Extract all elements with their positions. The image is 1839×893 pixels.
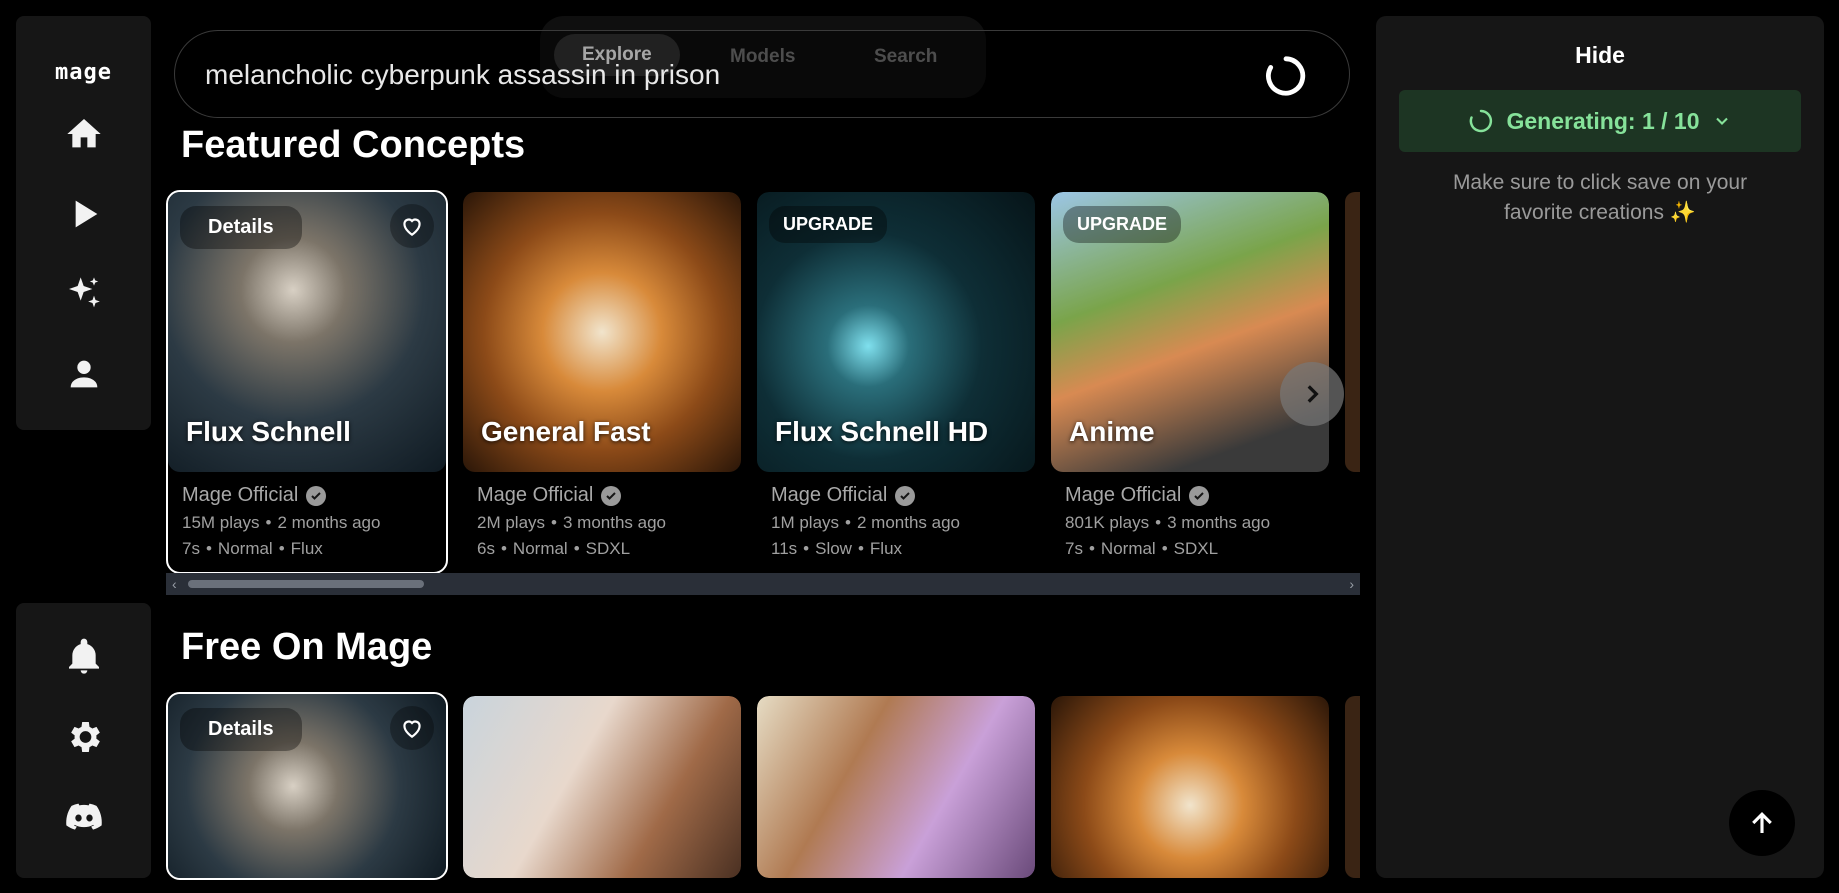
play-icon[interactable] (62, 192, 106, 236)
card-image: General Fast (463, 192, 741, 472)
details-badge[interactable]: Details (180, 708, 302, 751)
generation-panel: Hide Generating: 1 / 10 Make sure to cli… (1376, 16, 1824, 878)
card-author: Mage Official (771, 484, 1021, 507)
home-icon[interactable] (62, 112, 106, 156)
featured-section-title: Featured Concepts (181, 124, 526, 166)
card-image (757, 696, 1035, 878)
loading-spinner-icon (1266, 56, 1306, 96)
discord-icon[interactable] (62, 795, 106, 839)
heart-icon[interactable] (390, 706, 434, 750)
search-input[interactable] (203, 49, 1207, 101)
card-image (1051, 696, 1329, 878)
verified-icon (306, 485, 327, 506)
sidebar-top: mage (16, 16, 151, 430)
free-card-4[interactable] (1051, 696, 1329, 878)
free-section-title: Free On Mage (181, 626, 433, 668)
sidebar-bottom (16, 603, 151, 878)
carousel-next-button[interactable] (1280, 362, 1344, 426)
card-image (463, 696, 741, 878)
upgrade-badge[interactable]: UPGRADE (769, 206, 888, 243)
arrow-up-icon (1752, 812, 1772, 833)
card-title: Flux Schnell (186, 416, 351, 447)
heart-icon[interactable] (390, 204, 434, 248)
upgrade-badge[interactable]: UPGRADE (1063, 206, 1182, 243)
gear-icon[interactable] (62, 715, 106, 759)
details-badge[interactable]: Details (180, 206, 302, 249)
scrollbar-thumb[interactable] (188, 580, 424, 588)
hide-button[interactable]: Hide (1376, 42, 1824, 69)
card-specs: 6s • Normal • SDXL (477, 539, 631, 558)
search-bar (174, 30, 1350, 118)
scroll-to-top-button[interactable] (1729, 790, 1795, 856)
card-stats: 15M plays • 2 months ago (182, 513, 381, 532)
free-card-2[interactable] (463, 696, 741, 878)
card-image: Details (168, 694, 446, 878)
card-author: Mage Official (1065, 484, 1315, 507)
scroll-left-icon[interactable]: ‹ (172, 576, 177, 592)
loading-spinner-icon (1470, 109, 1493, 133)
chevron-down-icon (1715, 117, 1728, 125)
card-author: Mage Official (477, 484, 727, 507)
card-author: Mage Official (182, 484, 432, 507)
card-specs: 11s • Slow • Flux (771, 539, 903, 558)
card-image: Details Flux Schnell (168, 192, 446, 472)
concept-card-flux-schnell-hd[interactable]: UPGRADE Flux Schnell HD Mage Official 1M… (757, 192, 1035, 572)
card-peek (1345, 192, 1360, 472)
card-image: UPGRADE Anime (1051, 192, 1329, 472)
logo[interactable]: mage (16, 60, 151, 85)
concept-card-flux-schnell[interactable]: Details Flux Schnell Mage Official 15M p… (166, 190, 448, 574)
generating-status-button[interactable]: Generating: 1 / 10 (1399, 90, 1801, 152)
scroll-right-icon[interactable]: › (1349, 576, 1354, 592)
card-stats: 2M plays • 3 months ago (477, 513, 666, 532)
card-title: Flux Schnell HD (775, 416, 989, 447)
card-title: General Fast (481, 416, 651, 447)
card-peek (1345, 696, 1360, 878)
free-card-3[interactable] (757, 696, 1035, 878)
sparkles-icon[interactable] (62, 272, 106, 316)
save-reminder-text: Make sure to click save on your favorite… (1452, 171, 1748, 224)
card-specs: 7s • Normal • Flux (182, 539, 323, 558)
card-stats: 1M plays • 2 months ago (771, 513, 960, 532)
concept-card-general-fast[interactable]: General Fast Mage Official 2M plays • 3 mo… (463, 192, 741, 572)
carousel-scrollbar[interactable]: ‹ › (166, 573, 1360, 595)
generating-label: Generating: 1 / 10 (1506, 107, 1700, 134)
profile-icon[interactable] (62, 352, 106, 396)
card-specs: 7s • Normal • SDXL (1065, 539, 1219, 558)
free-card-1[interactable]: Details (166, 692, 448, 880)
verified-icon (601, 485, 622, 506)
card-image: UPGRADE Flux Schnell HD (757, 192, 1035, 472)
verified-icon (895, 485, 916, 506)
card-title: Anime (1069, 416, 1155, 447)
verified-icon (1189, 485, 1210, 506)
card-stats: 801K plays • 3 months ago (1065, 513, 1271, 532)
bell-icon[interactable] (62, 635, 106, 679)
